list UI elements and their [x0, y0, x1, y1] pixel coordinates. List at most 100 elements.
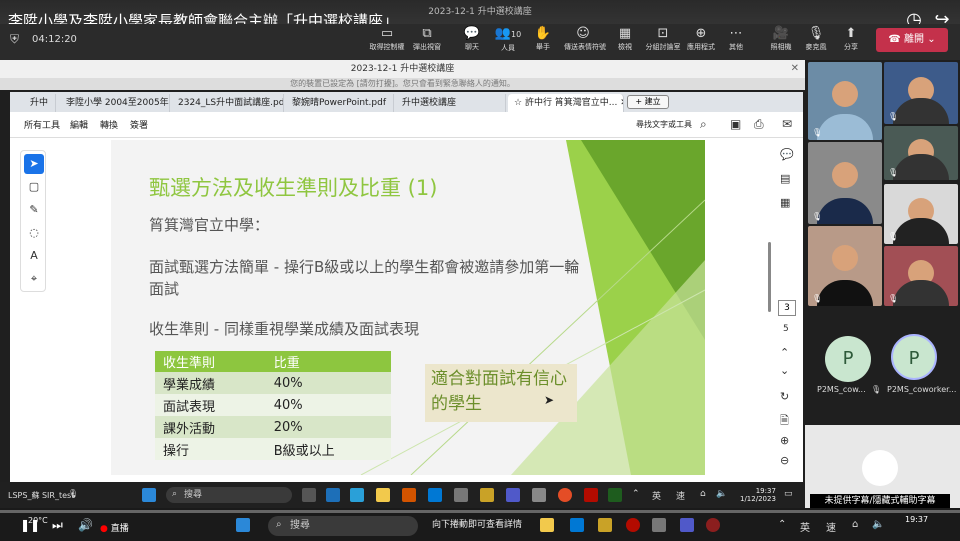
participant-video[interactable]: 🎙	[884, 126, 958, 180]
lasso-icon[interactable]: ◌	[24, 223, 44, 243]
close-icon[interactable]: ✕	[791, 60, 799, 78]
app-icon[interactable]	[326, 488, 340, 502]
menu-edit[interactable]: 編輯	[70, 118, 88, 131]
thumbnails-icon[interactable]: ▦	[780, 196, 790, 209]
mail-icon[interactable]: ✉	[782, 117, 792, 131]
taskbar-search[interactable]: 搜尋	[166, 487, 292, 503]
volume-icon[interactable]: 🔈	[716, 489, 727, 499]
record-icon[interactable]	[626, 518, 640, 532]
app-icon[interactable]	[598, 518, 612, 532]
chevron-up-icon[interactable]: ⌃	[632, 489, 640, 499]
chat-button[interactable]: 💬 聊天	[453, 26, 491, 58]
print-icon[interactable]: ⎙	[754, 117, 764, 132]
acrobat-icon[interactable]	[584, 488, 598, 502]
app-icon[interactable]	[706, 518, 720, 532]
pages-icon[interactable]: ▤	[780, 172, 790, 185]
zoom-in-icon[interactable]: ⊕	[780, 434, 789, 447]
zoom-out-icon[interactable]: ⊖	[780, 454, 789, 467]
participant-avatar[interactable]: P	[825, 336, 871, 382]
progress-bar[interactable]	[0, 510, 960, 513]
menu-all-tools[interactable]: 所有工具	[24, 118, 60, 131]
save-icon[interactable]: ▣	[730, 117, 741, 131]
outer-taskbar-search[interactable]: 搜尋	[268, 516, 418, 536]
pause-icon[interactable]: ❚❚	[20, 518, 40, 532]
current-page[interactable]: 3	[778, 300, 796, 316]
windows-start-icon[interactable]	[142, 488, 156, 502]
breakout-rooms-button[interactable]: ⊡ 分組討論室	[644, 26, 682, 58]
take-control-button[interactable]: ▭ 取得控制權	[368, 26, 406, 58]
popout-button[interactable]: ⧉ 彈出視窗	[408, 26, 446, 58]
view-button[interactable]: ▦ 檢視	[606, 26, 644, 58]
refresh-icon[interactable]: ↻	[780, 390, 789, 403]
network-icon[interactable]: ⌂	[852, 519, 858, 530]
notification-icon[interactable]: ▭	[784, 489, 793, 499]
share-button[interactable]: ⬆ 分享	[832, 26, 870, 58]
ime-mode[interactable]: 速	[826, 519, 836, 534]
leave-button[interactable]: ☎ 離開 ⌄	[876, 28, 948, 52]
raise-hand-button[interactable]: ✋ 舉手	[524, 26, 562, 58]
mail-app-icon[interactable]	[570, 518, 584, 532]
teams-icon[interactable]	[506, 488, 520, 502]
more-button[interactable]: ⋯ 其他	[717, 26, 755, 58]
menu-convert[interactable]: 轉換	[100, 118, 118, 131]
participant-video[interactable]: 🎙	[808, 142, 882, 224]
tab-active[interactable]: ☆ 許中行 筲箕灣官立中... ✕	[508, 94, 624, 112]
text-box-icon[interactable]: A	[24, 246, 44, 266]
app-icon[interactable]	[480, 488, 494, 502]
app-icon[interactable]	[608, 488, 622, 502]
reactions-button[interactable]: ☺ 傳送表情符號	[564, 26, 606, 58]
camera-button[interactable]: 🎥 照相機	[762, 26, 800, 58]
volume-icon[interactable]: 🔊	[78, 518, 93, 532]
people-button[interactable]: 👥10 人員	[489, 26, 527, 58]
live-badge[interactable]: ● 直播	[100, 521, 129, 534]
settings-icon[interactable]	[532, 488, 546, 502]
menu-sign[interactable]: 簽署	[130, 118, 148, 131]
tab-1[interactable]: 升中	[24, 94, 56, 112]
pen-icon[interactable]: ✎	[24, 200, 44, 220]
tab-4[interactable]: 黎婉晴PowerPoint.pdf	[286, 94, 394, 112]
participant-video[interactable]: 🎙	[884, 246, 958, 306]
folder-icon[interactable]	[540, 518, 554, 532]
participant-video[interactable]: 🎙	[808, 226, 882, 306]
tab-2[interactable]: 李陞小學 2004至2005年...	[60, 94, 170, 112]
mic-button[interactable]: 🎙 麥克風	[797, 26, 835, 58]
participant-video[interactable]: 🎙	[884, 62, 958, 124]
comment-icon[interactable]: ▢	[24, 177, 44, 197]
tab-3[interactable]: 2324_LS升中面試講座.pdf	[172, 94, 284, 112]
new-tab-button[interactable]: + 建立	[627, 95, 669, 109]
network-icon[interactable]: ⌂	[700, 489, 706, 499]
office-icon[interactable]	[402, 488, 416, 502]
tab-5[interactable]: 升中選校講座	[396, 94, 506, 112]
search-icon[interactable]: ⌕	[700, 117, 707, 132]
camera-app-icon[interactable]	[652, 518, 666, 532]
mail-app-icon[interactable]	[428, 488, 442, 502]
camera-app-icon[interactable]	[454, 488, 468, 502]
speaker-icon[interactable]: 🔈	[872, 519, 884, 530]
task-view-icon[interactable]	[302, 488, 316, 502]
chrome-icon[interactable]	[558, 488, 572, 502]
inner-clock[interactable]: 19:37 1/12/2023	[740, 487, 776, 503]
chevron-down-icon[interactable]: ⌄	[780, 364, 789, 377]
scrollbar[interactable]	[768, 242, 771, 312]
ime-mode[interactable]: 速	[676, 489, 685, 502]
save-page-icon[interactable]: 🗎	[780, 412, 789, 431]
find-text-tools[interactable]: 尋找文字或工具	[636, 119, 692, 130]
ime-language[interactable]: 英	[800, 519, 810, 534]
participant-video[interactable]: 🎙	[808, 62, 882, 140]
next-icon[interactable]: ⏭	[52, 518, 63, 533]
participant-avatar[interactable]: P	[891, 334, 937, 380]
outer-clock[interactable]: 19:37	[905, 515, 928, 524]
teams-icon[interactable]	[680, 518, 694, 532]
participant-video[interactable]: 🎙	[884, 184, 958, 244]
windows-start-icon[interactable]	[236, 518, 250, 532]
cursor-icon[interactable]: ➤	[24, 154, 44, 174]
chevron-up-icon[interactable]: ⌃	[780, 346, 789, 359]
folder-icon[interactable]	[376, 488, 390, 502]
comment-panel-icon[interactable]: 💬	[780, 148, 794, 161]
apps-button[interactable]: ⊕ 應用程式	[682, 26, 720, 58]
chevron-up-icon[interactable]: ⌃	[778, 519, 786, 530]
tab-close-icon[interactable]: ✕	[617, 98, 623, 108]
stamp-icon[interactable]: ⌖	[24, 269, 44, 289]
edge-icon[interactable]	[350, 488, 364, 502]
ime-language[interactable]: 英	[652, 489, 661, 502]
